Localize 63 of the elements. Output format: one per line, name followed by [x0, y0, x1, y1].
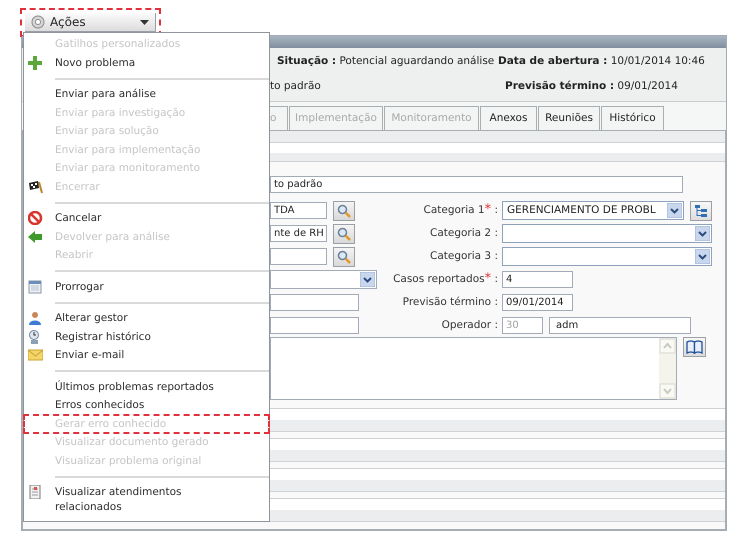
menu-item[interactable]: Prorrogar	[24, 278, 269, 296]
input-field[interactable]: TDA	[270, 202, 327, 219]
menu-item[interactable]: Registrar histórico	[24, 328, 269, 346]
tab[interactable]: Reuniões	[538, 106, 600, 130]
prohibited-icon	[28, 211, 43, 226]
envelope-icon	[28, 348, 43, 362]
search-icon	[337, 204, 351, 218]
text-area[interactable]	[270, 337, 677, 400]
input-field[interactable]	[270, 294, 359, 311]
menu-item[interactable]: Erros conhecidos	[24, 396, 269, 414]
status-text: Situação : Potencial aguardando análise	[276, 54, 496, 70]
input-field[interactable]	[270, 317, 359, 334]
chevron-down-icon	[667, 203, 682, 218]
menu-item[interactable]: Enviar e-mail	[24, 346, 269, 364]
tree-button[interactable]	[690, 200, 712, 220]
menu-item[interactable]: Novo problema	[24, 54, 269, 72]
document-icon	[28, 485, 43, 500]
field-label: Casos reportados* :	[392, 272, 499, 288]
input-field[interactable]: adm	[549, 317, 691, 334]
search-icon	[337, 250, 351, 264]
input-field[interactable]: 4	[502, 271, 573, 288]
book-icon	[686, 340, 703, 354]
left-arrow-icon	[28, 230, 43, 244]
field-label: Categoria 2 :	[428, 226, 499, 241]
input-field[interactable]: to padrão	[270, 176, 683, 193]
scrollbar-drawing	[659, 338, 676, 399]
tree-icon	[694, 204, 708, 218]
search-button[interactable]	[333, 200, 355, 220]
tab[interactable]: Histórico	[601, 106, 664, 130]
dropdown[interactable]: GERENCIAMENTO DE PROBL	[502, 201, 684, 220]
field-label: Previsão término :	[402, 294, 499, 310]
field-label: Operador :	[440, 318, 499, 333]
calendar-icon	[28, 280, 43, 294]
actions-button[interactable]: Ações	[25, 13, 156, 32]
book-button[interactable]	[683, 337, 706, 357]
search-button[interactable]	[333, 224, 355, 244]
search-button[interactable]	[333, 246, 355, 266]
field-label: Categoria 1* :	[422, 202, 499, 218]
menu-item[interactable]: Alterar gestor	[24, 309, 269, 328]
search-icon	[337, 226, 351, 240]
input-field[interactable]: nte de RH	[270, 225, 327, 242]
input-field[interactable]	[270, 248, 327, 265]
menu-item[interactable]: Cancelar	[24, 209, 269, 228]
due-date-text: Previsão término : 09/01/2014	[505, 79, 678, 94]
tab[interactable]: Anexos	[480, 106, 537, 130]
plus-icon	[28, 56, 43, 70]
person-icon	[28, 311, 43, 326]
flag-icon	[28, 180, 43, 194]
chevron-down-icon	[360, 272, 375, 287]
gear-icon	[31, 15, 45, 29]
dropdown[interactable]	[502, 247, 712, 266]
dropdown[interactable]	[270, 270, 377, 289]
opening-date-text: Data de abertura : 10/01/2014 10:46	[498, 54, 705, 70]
chevron-down-icon	[695, 226, 710, 241]
description-text: to padrão	[270, 79, 322, 94]
menu-item[interactable]: Visualizar atendimentos relacionados	[24, 483, 269, 516]
menu-item[interactable]: Últimos problemas reportados	[24, 378, 269, 396]
caret-icon	[140, 20, 149, 24]
chevron-down-icon	[695, 249, 710, 264]
input-field[interactable]: 09/01/2014	[502, 294, 573, 311]
menu-item[interactable]: Enviar para análise	[24, 85, 269, 104]
field-label: Categoria 3 :	[428, 248, 499, 264]
dropdown[interactable]	[502, 224, 712, 243]
